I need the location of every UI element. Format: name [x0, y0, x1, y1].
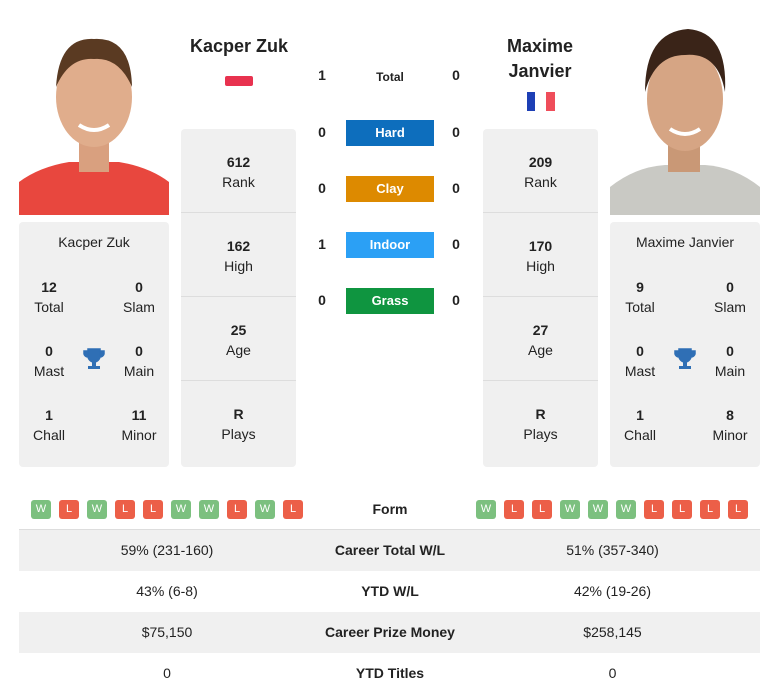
player2-name: Maxime Janvier — [635, 234, 735, 250]
surface-indoor-badge[interactable]: Indoor — [346, 232, 434, 258]
h2h-right-indoor: 0 — [452, 236, 460, 252]
form-result-badge[interactable]: L — [227, 500, 247, 519]
form-result-badge[interactable]: L — [283, 500, 303, 519]
form-result-badge[interactable]: W — [476, 500, 496, 519]
player1-photo — [19, 17, 169, 215]
form-result-badge[interactable]: L — [143, 500, 163, 519]
player1-masters-titles: 0 Mast — [33, 343, 65, 379]
stat-label: YTD Titles — [355, 665, 425, 681]
stat-label: Career Total W/L — [334, 542, 446, 558]
stat-right-value: 42% (19-26) — [573, 583, 652, 599]
player1-plays: R Plays — [221, 406, 256, 442]
france-flag-icon — [527, 92, 555, 111]
stat-right-value: 51% (357-340) — [566, 542, 659, 558]
h2h-left-indoor: 1 — [318, 236, 326, 252]
form-result-badge[interactable]: W — [31, 500, 51, 519]
player2-main-titles: 0 Main — [714, 343, 746, 379]
stat-left-value: 59% (231-160) — [120, 542, 214, 558]
player2-rank: 209 Rank — [483, 129, 598, 213]
player1-challenger-titles: 1 Chall — [33, 407, 65, 443]
surface-grass-badge[interactable]: Grass — [346, 288, 434, 314]
form-result-badge[interactable]: W — [199, 500, 219, 519]
surface-hard-badge[interactable]: Hard — [346, 120, 434, 146]
h2h-left-clay: 0 — [318, 180, 326, 196]
trophy-icon — [674, 348, 696, 369]
h2h-left-hard: 0 — [318, 124, 326, 140]
form-result-badge[interactable]: L — [700, 500, 720, 519]
form-label: Form — [372, 501, 408, 517]
stat-row: 59% (231-160) Career Total W/L 51% (357-… — [19, 530, 760, 571]
form-result-badge[interactable]: W — [255, 500, 275, 519]
stat-right-value: $258,145 — [583, 624, 642, 640]
player1-titles-card: Kacper Zuk 12 Total 0 Slam 0 Mast 0 Main 1 Ch… — [19, 222, 169, 467]
form-result-badge[interactable]: W — [171, 500, 191, 519]
h2h-right-grass: 0 — [452, 292, 460, 308]
player2-high: 170 High — [483, 213, 598, 297]
player1-age: 25 Age — [181, 297, 296, 381]
form-result-badge[interactable]: W — [560, 500, 580, 519]
player2-challenger-titles: 1 Chall — [624, 407, 656, 443]
player1-high: 162 High — [181, 213, 296, 297]
form-result-badge[interactable]: L — [59, 500, 79, 519]
h2h-right-total: 0 — [452, 67, 460, 83]
player2-minor-titles: 8 Minor — [712, 407, 748, 443]
trophy-icon — [83, 348, 105, 369]
h2h-total-label: Total — [376, 70, 404, 84]
h2h-right-hard: 0 — [452, 124, 460, 140]
form-result-badge[interactable]: W — [588, 500, 608, 519]
player1-minor-titles: 11 Minor — [121, 407, 157, 443]
player1-stats: 612 Rank 162 High 25 Age R Plays — [181, 129, 296, 467]
form-result-badge[interactable]: L — [115, 500, 135, 519]
player2-plays: R Plays — [523, 406, 558, 442]
stat-row: $75,150 Career Prize Money $258,145 — [19, 612, 760, 653]
player2-heading[interactable]: Maxime Janvier — [470, 34, 610, 84]
player1-main-titles: 0 Main — [123, 343, 155, 379]
player2-age: 27 Age — [483, 297, 598, 381]
form-result-badge[interactable]: W — [616, 500, 636, 519]
h2h-left-total: 1 — [318, 67, 326, 83]
h2h-right-clay: 0 — [452, 180, 460, 196]
player1-slam-titles: 0 Slam — [123, 279, 155, 315]
player1-rank: 612 Rank — [181, 129, 296, 213]
player2-titles-card: Maxime Janvier 9 Total 0 Slam 0 Mast 0 Main … — [610, 222, 760, 467]
stat-left-value: $75,150 — [141, 624, 193, 640]
player-portrait-icon — [610, 29, 760, 215]
stat-label: Career Prize Money — [325, 624, 455, 640]
surface-clay-badge[interactable]: Clay — [346, 176, 434, 202]
stat-left-value: 0 — [163, 665, 171, 681]
form-result-badge[interactable]: L — [532, 500, 552, 519]
player1-total-titles: 12 Total — [34, 279, 64, 315]
stat-right-value: 0 — [608, 665, 617, 681]
form-result-badge[interactable]: L — [504, 500, 524, 519]
form-result-badge[interactable]: L — [728, 500, 748, 519]
player1-name: Kacper Zuk — [58, 234, 130, 250]
form-result-badge[interactable]: L — [672, 500, 692, 519]
stat-left-value: 43% (6-8) — [136, 583, 198, 599]
stat-row: 43% (6-8) YTD W/L 42% (19-26) — [19, 571, 760, 612]
player1-heading[interactable]: Kacper Zuk — [169, 34, 309, 59]
h2h-left-grass: 0 — [318, 292, 326, 308]
player2-slam-titles: 0 Slam — [714, 279, 746, 315]
player2-photo — [610, 17, 760, 215]
player2-total-titles: 9 Total — [625, 279, 655, 315]
poland-flag-icon — [225, 76, 253, 86]
player2-masters-titles: 0 Mast — [624, 343, 656, 379]
form-result-badge[interactable]: W — [87, 500, 107, 519]
form-result-badge[interactable]: L — [644, 500, 664, 519]
player-portrait-icon — [19, 38, 169, 215]
stat-row: 0 YTD Titles 0 — [19, 653, 760, 694]
player2-stats: 209 Rank 170 High 27 Age R Plays — [483, 129, 598, 467]
stat-label: YTD W/L — [361, 583, 419, 599]
